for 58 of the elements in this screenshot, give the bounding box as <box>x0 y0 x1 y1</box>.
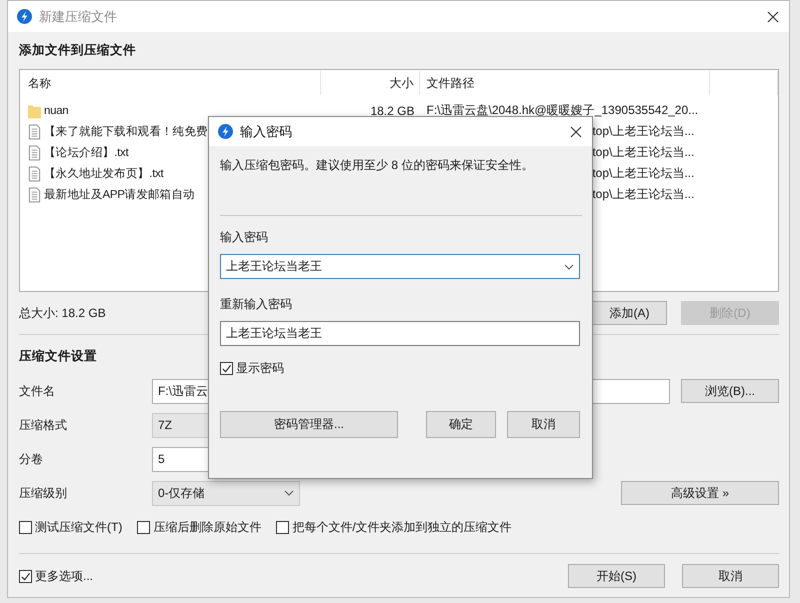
section-heading: 压缩文件设置 <box>19 348 98 365</box>
close-icon[interactable] <box>767 10 779 22</box>
option-label[interactable]: 显示密码 <box>236 360 284 376</box>
option-label[interactable]: 压缩后删除原始文件 <box>153 518 262 536</box>
field-label: 分卷 <box>19 450 44 468</box>
dialog-description: 输入压缩包密码。建议使用至少 8 位的密码来保证安全性。 <box>220 157 534 174</box>
document-icon <box>28 124 41 140</box>
list-button[interactable]: 添加(A) <box>592 301 667 325</box>
column-header[interactable]: 名称 <box>20 71 321 95</box>
confirm-password-field[interactable]: 上老王论坛当老王 <box>220 321 580 346</box>
file-path: top\上老王论坛当... <box>592 166 694 180</box>
chevron-down-icon <box>564 264 574 270</box>
file-path: top\上老王论坛当... <box>592 145 694 159</box>
chevron-down-icon <box>284 490 294 496</box>
document-icon <box>28 144 41 160</box>
cancel-button[interactable]: 取消 <box>507 411 580 438</box>
field-label: 压缩格式 <box>19 416 68 434</box>
file-path: top\上老王论坛当... <box>592 187 694 201</box>
folder-icon <box>28 102 41 118</box>
field-label: 压缩级别 <box>19 484 68 502</box>
document-icon <box>28 166 41 182</box>
lightning-logo-icon <box>218 124 233 139</box>
file-path: top\上老王论坛当... <box>592 124 694 138</box>
level-dropdown[interactable]: 0-仅存储 <box>152 480 300 506</box>
browse-button[interactable]: 浏览(B)... <box>681 379 779 403</box>
field-label: 文件名 <box>19 382 56 400</box>
file-size: 18.2 GB <box>370 104 414 118</box>
checkbox[interactable] <box>19 570 32 582</box>
password-combo-field[interactable]: 上老王论坛当老王 <box>220 254 580 279</box>
dialog-title: 输入密码 <box>240 122 292 140</box>
checkbox[interactable] <box>220 362 233 374</box>
file-name[interactable]: 【论坛介绍】.txt <box>44 145 128 160</box>
file-name[interactable]: 最新地址及APP请发邮箱自动 <box>44 187 195 202</box>
file-name[interactable]: 【永久地址发布页】.txt <box>44 166 164 181</box>
checkbox[interactable] <box>137 520 150 534</box>
option-label[interactable]: 更多选项... <box>35 568 94 584</box>
field-label: 输入密码 <box>220 228 269 246</box>
lightning-logo-icon <box>17 9 32 24</box>
total-size: 总大小: 18.2 GB <box>19 304 106 322</box>
option-label[interactable]: 把每个文件/文件夹添加到独立的压缩文件 <box>292 518 512 536</box>
password-manager-button[interactable]: 密码管理器... <box>220 411 398 438</box>
option-label[interactable]: 测试压缩文件(T) <box>35 518 122 536</box>
start-button[interactable]: 开始(S) <box>568 564 665 588</box>
document-icon <box>28 186 41 202</box>
file-path: F:\迅雷云盘\2048.hk@暖暖嫂子_1390535542_20... <box>426 103 698 117</box>
ok-button[interactable]: 确定 <box>426 411 496 438</box>
column-header[interactable]: 大小 <box>320 71 420 95</box>
close-icon[interactable] <box>570 126 582 138</box>
window-title: 新建压缩文件 <box>39 8 117 26</box>
advanced-settings-button[interactable]: 高级设置 » <box>621 481 779 505</box>
file-name[interactable]: nuan <box>44 104 68 116</box>
checkbox[interactable] <box>19 520 32 534</box>
checkbox[interactable] <box>276 520 290 534</box>
cancel-button[interactable]: 取消 <box>682 564 779 588</box>
file-name[interactable]: 【来了就能下载和观看！纯免费 <box>44 124 208 139</box>
section-heading: 添加文件到压缩文件 <box>19 42 137 59</box>
column-header[interactable]: 文件路径 <box>420 71 710 95</box>
field-label: 重新输入密码 <box>220 296 293 312</box>
